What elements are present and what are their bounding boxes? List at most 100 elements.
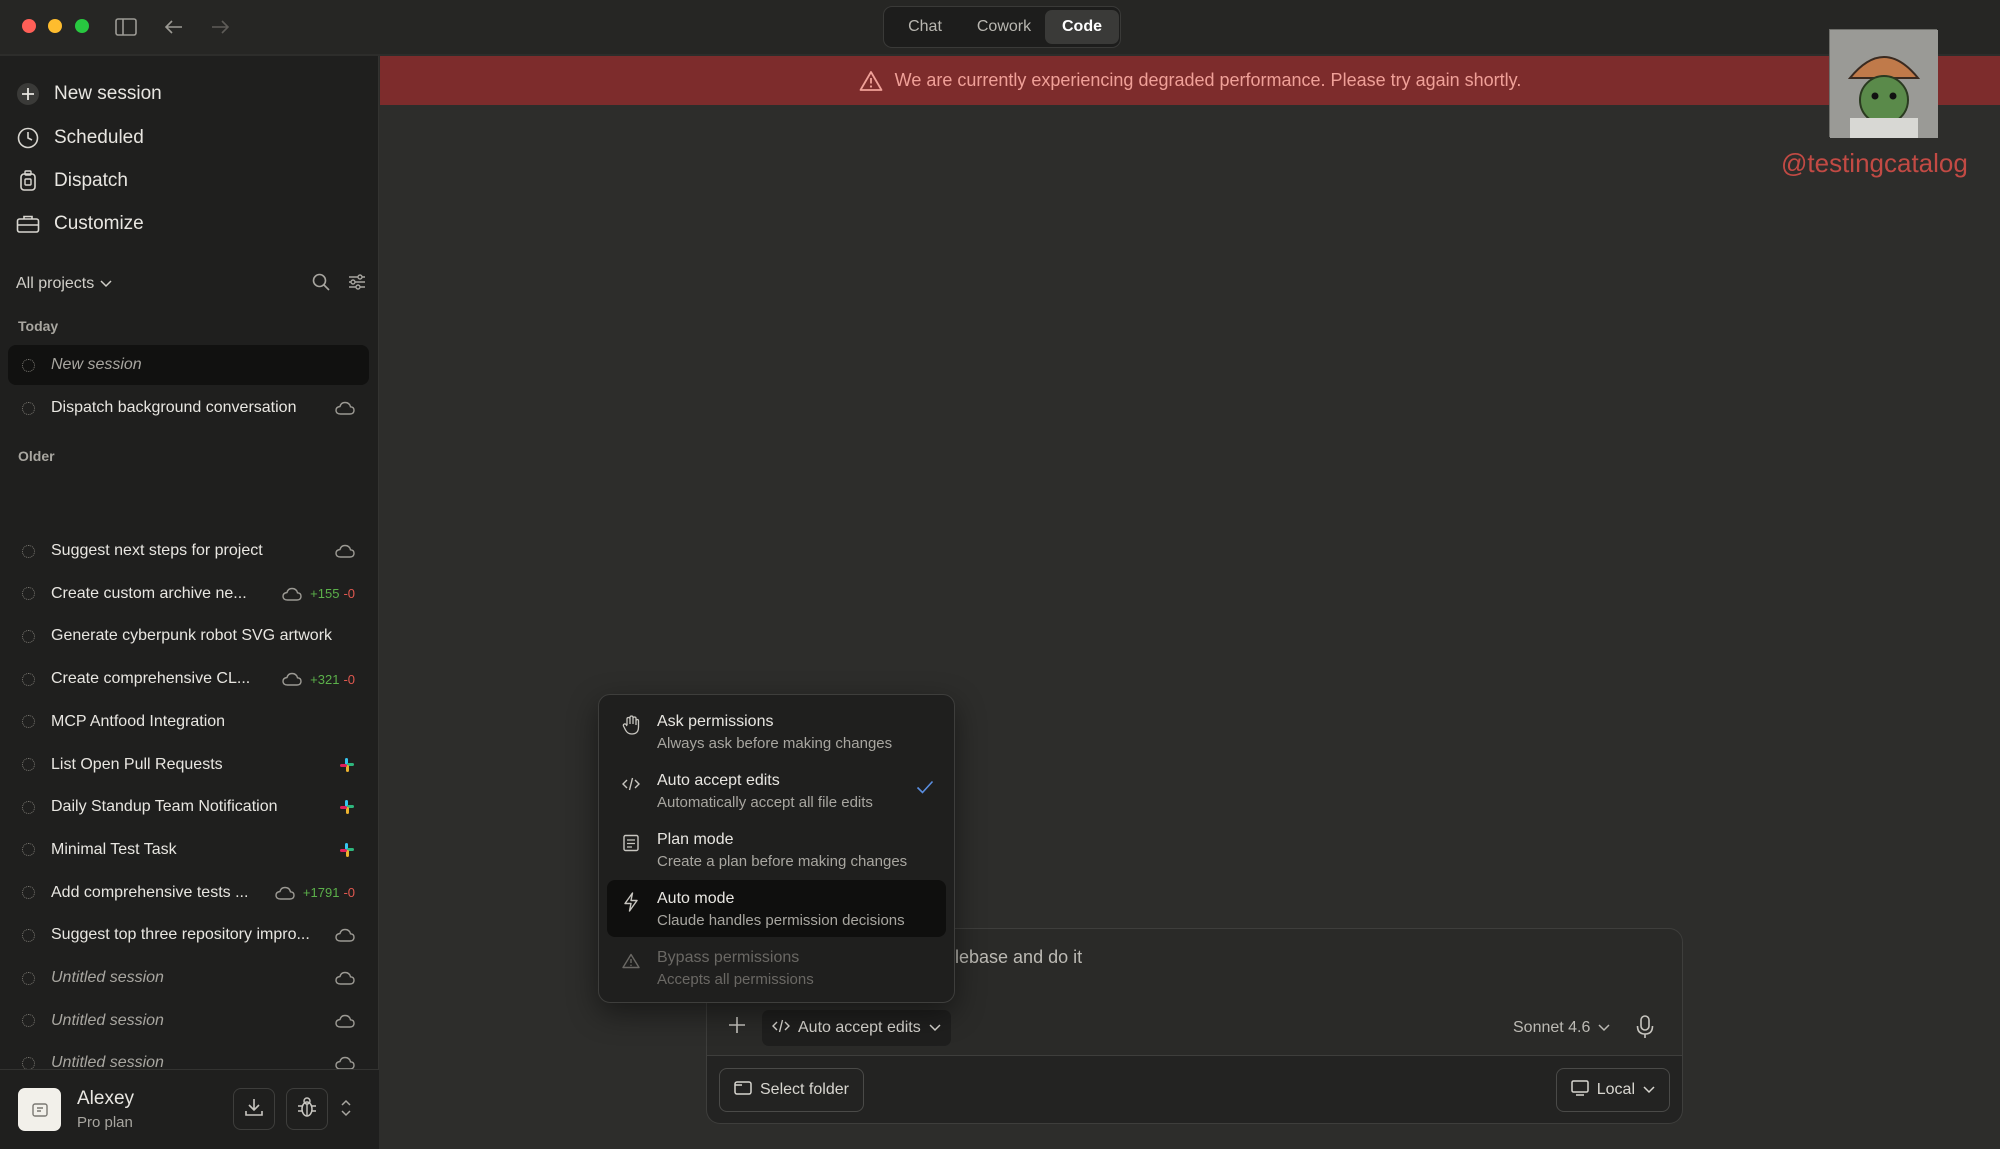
session-meta xyxy=(335,971,355,985)
chevron-up-down-icon[interactable] xyxy=(340,1098,352,1123)
sidebar-new-session[interactable]: New session xyxy=(16,76,162,112)
watermark-logo xyxy=(1829,29,1938,138)
session-item[interactable]: Dispatch background conversation xyxy=(8,388,369,428)
environment-dropdown[interactable]: Local xyxy=(1555,1068,1670,1112)
session-item[interactable]: Create comprehensive CL... +321 -0 xyxy=(8,659,369,699)
session-status-icon xyxy=(22,886,35,900)
menu-item-desc: Automatically accept all file edits xyxy=(657,794,873,811)
warning-icon xyxy=(859,70,883,92)
menu-item-plan-mode[interactable]: Plan mode Create a plan before making ch… xyxy=(607,821,946,878)
back-arrow-icon[interactable] xyxy=(160,13,188,41)
session-item[interactable]: Untitled session xyxy=(8,1001,369,1041)
user-bar: Alexey Pro plan xyxy=(0,1069,379,1149)
session-status-icon xyxy=(22,358,35,372)
lines-removed: -0 xyxy=(343,885,355,901)
cloud-icon xyxy=(335,1014,355,1028)
tab-code[interactable]: Code xyxy=(1045,10,1119,44)
menu-item-ask-permissions[interactable]: Ask permissions Always ask before making… xyxy=(607,703,946,760)
cloud-icon xyxy=(275,886,295,900)
model-selector[interactable]: Sonnet 4.6 xyxy=(1513,1019,1610,1037)
minimize-window-button[interactable] xyxy=(48,19,62,33)
session-item[interactable]: List Open Pull Requests xyxy=(8,745,369,785)
dispatch-icon xyxy=(16,169,40,193)
search-icon[interactable] xyxy=(312,273,330,296)
session-meta: +1791 -0 xyxy=(275,885,355,900)
session-item[interactable]: Untitled session xyxy=(8,958,369,998)
session-item[interactable]: Daily Standup Team Notification xyxy=(8,787,369,827)
maximize-window-button[interactable] xyxy=(75,19,89,33)
session-item[interactable]: Minimal Test Task xyxy=(8,830,369,870)
close-window-button[interactable] xyxy=(22,19,36,33)
sidebar-dispatch[interactable]: Dispatch xyxy=(16,163,128,199)
session-meta xyxy=(335,401,355,415)
session-title: Add comprehensive tests ... xyxy=(51,883,249,901)
forward-arrow-icon[interactable] xyxy=(206,13,234,41)
bolt-icon xyxy=(621,892,641,912)
permission-mode-dropdown[interactable]: Auto accept edits xyxy=(762,1010,951,1046)
menu-item-auto-mode[interactable]: Auto mode Claude handles permission deci… xyxy=(607,880,946,937)
section-today: Today xyxy=(18,318,59,334)
projects-filter-dropdown[interactable]: All projects xyxy=(16,275,112,293)
add-attachment-button[interactable] xyxy=(723,1013,751,1041)
select-folder-button[interactable]: Select folder xyxy=(719,1068,864,1112)
slack-icon xyxy=(339,842,355,858)
session-status-icon xyxy=(22,715,35,729)
lines-added: +321 xyxy=(310,671,340,687)
tab-cowork[interactable]: Cowork xyxy=(965,10,1043,44)
menu-item-title: Bypass permissions xyxy=(657,949,800,966)
session-item[interactable]: Suggest next steps for project xyxy=(8,531,369,571)
menu-item-auto-accept-edits[interactable]: Auto accept edits Automatically accept a… xyxy=(607,762,946,819)
cloud-icon xyxy=(282,672,302,686)
session-title: Minimal Test Task xyxy=(51,840,177,858)
menu-item-title: Auto accept edits xyxy=(657,772,780,789)
permission-mode-label: Auto accept edits xyxy=(798,1019,921,1036)
session-status-icon xyxy=(22,928,35,942)
session-status-icon xyxy=(22,800,35,814)
session-item[interactable]: MCP Antfood Integration xyxy=(8,702,369,742)
cloud-icon xyxy=(335,971,355,985)
session-title: Untitled session xyxy=(51,969,164,986)
sidebar-scheduled[interactable]: Scheduled xyxy=(16,120,144,156)
sidebar-customize[interactable]: Customize xyxy=(16,206,144,242)
session-item[interactable]: Add comprehensive tests ... +1791 -0 xyxy=(8,873,369,913)
tab-chat[interactable]: Chat xyxy=(887,10,963,44)
sidebar: New session Scheduled Dispatch Customize… xyxy=(0,56,379,1149)
session-item[interactable]: Generate cyberpunk robot SVG artwork xyxy=(8,616,369,656)
menu-item-desc: Always ask before making changes xyxy=(657,735,893,752)
plus-icon xyxy=(727,1015,747,1040)
user-name[interactable]: Alexey xyxy=(77,1088,134,1110)
session-meta xyxy=(339,799,355,815)
monitor-icon xyxy=(1571,1079,1589,1101)
bug-report-button[interactable] xyxy=(286,1088,328,1130)
menu-item-desc: Claude handles permission decisions xyxy=(657,912,905,929)
session-meta xyxy=(335,928,355,942)
session-title: Suggest top three repository impro... xyxy=(51,926,310,944)
download-button[interactable] xyxy=(233,1088,275,1130)
menu-item-title: Auto mode xyxy=(657,890,735,907)
session-item[interactable]: Suggest top three repository impro... xyxy=(8,915,369,955)
session-status-icon xyxy=(22,629,35,643)
session-meta xyxy=(335,1014,355,1028)
session-title: List Open Pull Requests xyxy=(51,755,223,773)
checkmark-icon xyxy=(916,780,934,799)
menu-item-desc: Create a plan before making changes xyxy=(657,853,908,870)
session-meta xyxy=(339,842,355,858)
code-icon xyxy=(621,774,641,794)
chevron-down-icon xyxy=(1643,1081,1655,1099)
menu-item-title: Plan mode xyxy=(657,831,734,848)
session-title: Create custom archive ne... xyxy=(51,584,247,602)
slack-icon xyxy=(339,757,355,773)
session-title: Create comprehensive CL... xyxy=(51,670,251,688)
sidebar-item-label: Customize xyxy=(54,213,144,234)
permission-mode-menu: Ask permissions Always ask before making… xyxy=(598,694,955,1003)
microphone-icon[interactable] xyxy=(1636,1015,1654,1044)
degraded-performance-banner: We are currently experiencing degraded p… xyxy=(380,56,2000,105)
session-item[interactable]: New session xyxy=(8,345,369,385)
filter-sliders-icon[interactable] xyxy=(348,273,366,296)
model-label: Sonnet 4.6 xyxy=(1513,1019,1591,1036)
composer-input[interactable]: lebase and do it xyxy=(955,947,1082,968)
menu-item-bypass-permissions[interactable]: Bypass permissions Accepts all permissio… xyxy=(607,939,946,996)
sidebar-toggle-icon[interactable] xyxy=(112,13,140,41)
session-item[interactable]: Create custom archive ne... +155 -0 xyxy=(8,574,369,614)
avatar[interactable] xyxy=(18,1088,61,1131)
